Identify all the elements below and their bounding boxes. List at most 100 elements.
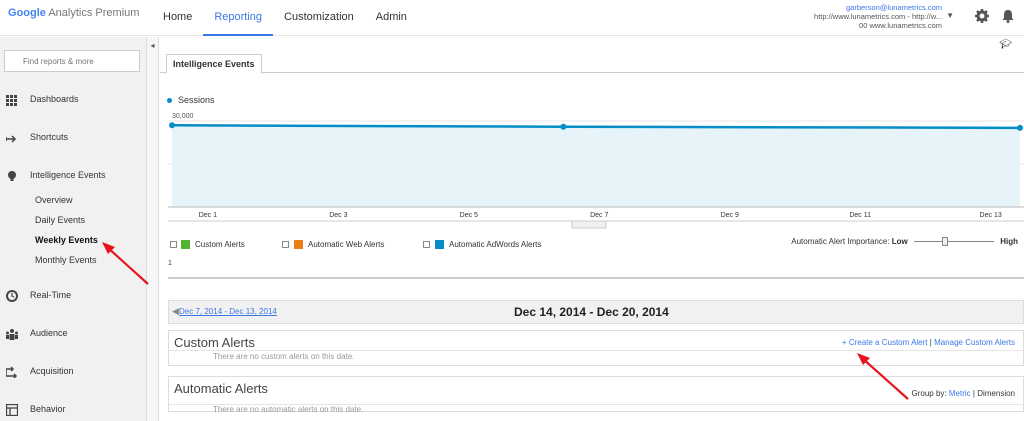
- sidebar-item-label: Real-Time: [30, 290, 72, 300]
- account-property: http://www.lunametrics.com - http://w...: [814, 12, 942, 21]
- bell-icon[interactable]: [1000, 8, 1016, 24]
- sidebar: ⚲ Dashboards Shortcuts Intelligence Even…: [0, 37, 147, 421]
- main-content: 🎓︎ Intelligence Events Sessions 30,00015…: [160, 37, 1024, 421]
- shortcut-arrow-icon: [6, 135, 17, 143]
- x-tick-label: Dec 3: [329, 212, 347, 219]
- nav-reporting[interactable]: Reporting: [203, 0, 274, 36]
- alert-count-value: 1: [168, 260, 172, 267]
- x-tick-label: Dec 1: [199, 212, 217, 219]
- web-alerts-checkbox[interactable]: [282, 241, 289, 248]
- x-tick-label: Dec 7: [590, 212, 608, 219]
- importance-high-label: High: [1000, 237, 1018, 246]
- sidebar-item-dashboards[interactable]: Dashboards: [0, 89, 146, 111]
- account-email: garberson@lunametrics.com: [846, 3, 942, 12]
- tab-intelligence-events[interactable]: Intelligence Events: [166, 54, 262, 74]
- web-alerts-label: Automatic Web Alerts: [308, 240, 385, 249]
- y-tick-label: 30,000: [172, 113, 194, 120]
- people-icon: [6, 329, 18, 340]
- custom-alerts-empty-message: There are no custom alerts on this date.: [213, 352, 355, 361]
- account-view: 00 www.lunametrics.com: [859, 21, 942, 30]
- x-tick-label: Dec 9: [721, 212, 739, 219]
- nav-customization[interactable]: Customization: [273, 0, 365, 36]
- gear-icon[interactable]: [974, 8, 990, 24]
- custom-alerts-panel: Custom Alerts + Create a Custom Alert | …: [168, 330, 1024, 366]
- alert-importance-control: Automatic Alert Importance: Low High: [791, 237, 1018, 247]
- group-by-label: Group by:: [911, 389, 947, 398]
- sidebar-subitem-weekly-events[interactable]: Weekly Events: [35, 235, 98, 245]
- sessions-data-point: [169, 122, 175, 129]
- automatic-alerts-title: Automatic Alerts: [174, 381, 268, 396]
- adwords-alerts-checkbox[interactable]: [423, 241, 430, 248]
- x-tick-label: Dec 13: [980, 212, 1002, 219]
- main-nav: Home Reporting Customization Admin: [152, 0, 418, 36]
- automatic-alerts-panel: Automatic Alerts Group by: Metric | Dime…: [168, 376, 1024, 414]
- sidebar-item-label: Audience: [30, 328, 68, 338]
- sidebar-subitem-overview[interactable]: Overview: [35, 195, 73, 205]
- group-by-dimension[interactable]: Dimension: [977, 389, 1015, 398]
- date-navigation: ◀ Dec 7, 2014 - Dec 13, 2014 Dec 14, 201…: [168, 300, 1024, 324]
- behavior-icon: [6, 404, 18, 416]
- group-by-metric-link[interactable]: Metric: [949, 389, 971, 398]
- sessions-chart: 30,00015,000Dec 1Dec 3Dec 5Dec 7Dec 9Dec…: [168, 113, 1024, 229]
- adwords-alerts-swatch: [435, 240, 444, 249]
- chevron-down-icon[interactable]: ▼: [946, 11, 954, 20]
- sessions-legend-marker: [167, 98, 172, 103]
- top-bar: Google Analytics Premium Home Reporting …: [0, 0, 1024, 36]
- account-selector[interactable]: garberson@lunametrics.com http://www.lun…: [772, 3, 942, 30]
- custom-alerts-title: Custom Alerts: [174, 335, 255, 350]
- sessions-legend-label: Sessions: [178, 95, 215, 105]
- sidebar-item-shortcuts[interactable]: Shortcuts: [0, 127, 146, 149]
- clock-icon: [6, 290, 18, 302]
- group-by-control: Group by: Metric | Dimension: [912, 389, 1016, 398]
- custom-alerts-swatch: [181, 240, 190, 249]
- web-alerts-swatch: [294, 240, 303, 249]
- sidebar-item-real-time[interactable]: Real-Time: [0, 285, 146, 307]
- collapse-sidebar-button[interactable]: ◂: [147, 37, 159, 421]
- automatic-alerts-empty-message: There are no automatic alerts on this da…: [213, 405, 364, 414]
- link-separator: |: [929, 338, 932, 347]
- importance-slider[interactable]: [913, 237, 994, 247]
- chart-collapse-toggle[interactable]: [571, 220, 607, 229]
- sessions-data-point: [1017, 124, 1023, 131]
- sidebar-item-audience[interactable]: Audience: [0, 323, 146, 345]
- importance-low-label: Low: [891, 237, 908, 246]
- sidebar-subitem-monthly-events[interactable]: Monthly Events: [35, 255, 97, 265]
- custom-alerts-label: Custom Alerts: [195, 240, 245, 249]
- link-separator: |: [972, 389, 975, 398]
- sidebar-item-label: Behavior: [30, 404, 66, 414]
- lightbulb-icon: [8, 171, 16, 181]
- current-date-range: Dec 14, 2014 - Dec 20, 2014: [514, 305, 669, 319]
- grid-icon: [6, 95, 17, 106]
- create-custom-alert-link[interactable]: + Create a Custom Alert: [842, 338, 928, 347]
- sidebar-item-label: Acquisition: [30, 366, 74, 376]
- sidebar-item-acquisition[interactable]: Acquisition: [0, 361, 146, 383]
- sidebar-item-label: Dashboards: [30, 94, 79, 104]
- importance-slider-handle[interactable]: [941, 237, 948, 247]
- x-tick-label: Dec 5: [460, 212, 478, 219]
- divider: [169, 350, 1024, 351]
- alert-count-row: 1: [168, 259, 1024, 279]
- sidebar-item-label: Intelligence Events: [30, 170, 106, 180]
- logo-google: Google: [8, 7, 46, 19]
- sessions-data-point: [560, 123, 567, 130]
- sidebar-item-label: Shortcuts: [30, 132, 69, 142]
- nav-home[interactable]: Home: [152, 0, 203, 36]
- custom-alerts-checkbox[interactable]: [170, 241, 177, 248]
- manage-custom-alerts-link[interactable]: Manage Custom Alerts: [934, 338, 1015, 347]
- acquisition-icon: [6, 366, 18, 378]
- tab-bar: Intelligence Events: [160, 51, 1024, 74]
- ga-logo[interactable]: Google Analytics Premium: [8, 7, 139, 19]
- graduation-cap-icon[interactable]: 🎓︎: [999, 39, 1012, 50]
- sessions-area: [172, 125, 1020, 207]
- nav-admin[interactable]: Admin: [365, 0, 418, 36]
- chevron-left-icon: ◂: [150, 41, 155, 50]
- sidebar-subitem-daily-events[interactable]: Daily Events: [35, 215, 85, 225]
- logo-product: Analytics Premium: [48, 7, 140, 19]
- sidebar-item-intelligence-events[interactable]: Intelligence Events: [0, 165, 146, 187]
- x-tick-label: Dec 11: [849, 212, 871, 219]
- previous-week-arrow-icon[interactable]: ◀: [172, 306, 179, 317]
- sidebar-item-behavior[interactable]: Behavior: [0, 399, 146, 421]
- search-input[interactable]: [4, 50, 140, 72]
- custom-alerts-actions: + Create a Custom Alert | Manage Custom …: [842, 338, 1015, 347]
- previous-week-link[interactable]: Dec 7, 2014 - Dec 13, 2014: [179, 307, 277, 316]
